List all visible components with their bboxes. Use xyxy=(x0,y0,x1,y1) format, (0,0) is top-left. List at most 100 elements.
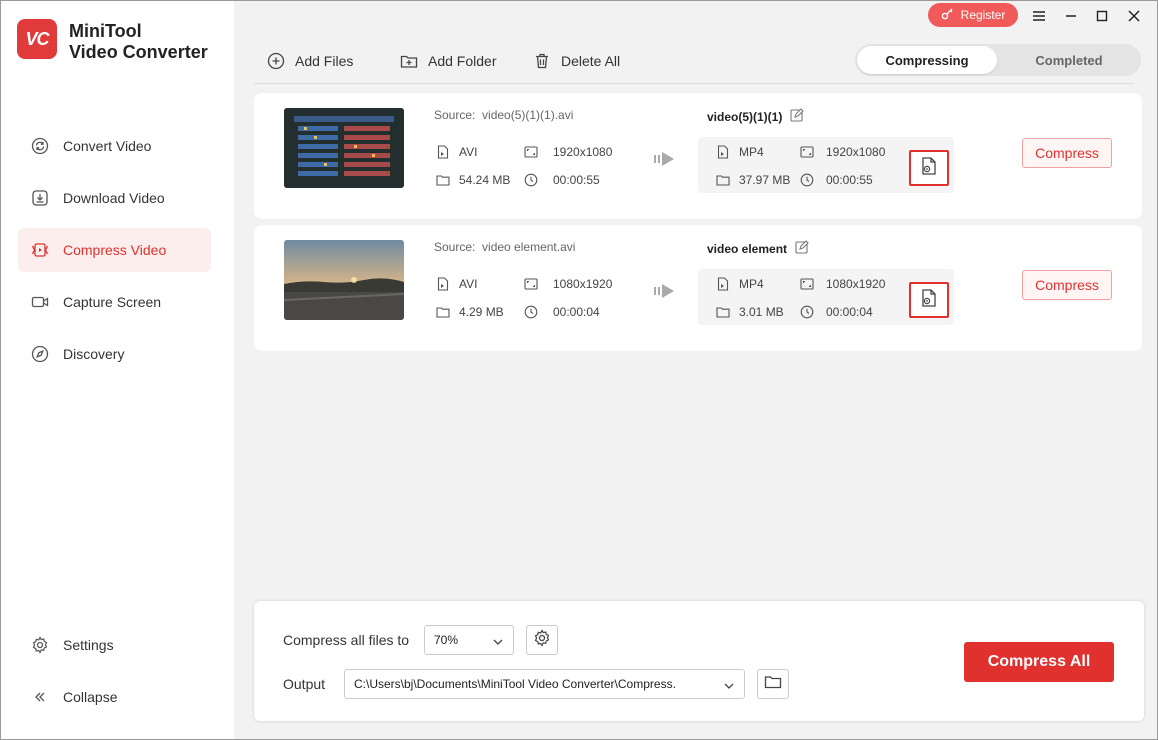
source-label: Source: xyxy=(434,240,476,254)
ratio-settings-button[interactable] xyxy=(526,625,558,655)
output-format-value: MP4 xyxy=(739,277,764,291)
app-title: MiniTool Video Converter xyxy=(69,21,208,63)
arrow-right-icon xyxy=(654,150,676,173)
folder-icon xyxy=(716,305,730,319)
output-path-value: C:\Users\bj\Documents\MiniTool Video Con… xyxy=(354,677,676,691)
minimize-icon[interactable] xyxy=(1060,5,1082,27)
output-duration-value: 00:00:04 xyxy=(826,305,873,319)
app-title-line1: MiniTool xyxy=(69,21,142,41)
output-resolution-value: 1080x1920 xyxy=(826,277,886,291)
app-title-line2: Video Converter xyxy=(69,42,208,62)
browse-folder-button[interactable] xyxy=(757,669,789,699)
settings-button[interactable]: Settings xyxy=(18,623,211,667)
tab-completed[interactable]: Completed xyxy=(999,46,1139,74)
clock-icon xyxy=(524,173,538,187)
compress-button[interactable]: Compress xyxy=(1022,138,1112,168)
file-card: Source: video element.avi AVI 1080x1920 … xyxy=(254,225,1142,351)
collapse-label: Collapse xyxy=(63,689,118,705)
sidebar: VC MiniTool Video Converter Convert Vide… xyxy=(1,1,234,739)
source-filename: video element.avi xyxy=(482,240,576,254)
register-button[interactable]: Register xyxy=(928,3,1018,27)
output-format-value: MP4 xyxy=(739,145,764,159)
source-size: 54.24 MB xyxy=(436,173,510,187)
source-info: Source: video element.avi xyxy=(434,240,575,254)
compression-settings-button[interactable] xyxy=(909,282,949,318)
source-resolution-value: 1080x1920 xyxy=(553,277,613,291)
source-format: AVI xyxy=(436,145,477,159)
compass-icon xyxy=(31,345,49,363)
sidebar-item-capture-screen[interactable]: Capture Screen xyxy=(18,280,211,324)
folder-icon xyxy=(436,173,450,187)
compress-ratio-value: 70% xyxy=(434,633,459,647)
gear-icon xyxy=(533,628,551,652)
bottom-panel: Compress all files to 70% Output C:\User… xyxy=(254,601,1144,721)
resolution-icon xyxy=(800,145,814,159)
file-format-icon xyxy=(436,277,450,291)
clock-icon xyxy=(800,173,814,187)
file-settings-icon xyxy=(919,288,939,313)
add-folder-button[interactable]: Add Folder xyxy=(400,50,496,72)
add-folder-icon xyxy=(400,52,418,70)
source-filename: video(5)(1)(1).avi xyxy=(482,108,574,122)
chevron-down-icon xyxy=(493,635,503,649)
compress-ratio-dropdown[interactable]: 70% xyxy=(424,625,514,655)
file-format-icon xyxy=(716,145,730,159)
resolution-icon xyxy=(524,277,538,291)
collapse-button[interactable]: Collapse xyxy=(18,675,211,719)
compress-all-button[interactable]: Compress All xyxy=(964,642,1114,682)
compress-button[interactable]: Compress xyxy=(1022,270,1112,300)
double-chevron-left-icon xyxy=(31,688,49,706)
source-info: Source: video(5)(1)(1).avi xyxy=(434,108,573,122)
folder-icon xyxy=(716,173,730,187)
folder-icon xyxy=(436,305,450,319)
file-settings-icon xyxy=(919,156,939,181)
menu-icon[interactable] xyxy=(1028,5,1050,27)
output-filename: video(5)(1)(1) xyxy=(707,109,783,124)
source-duration: 00:00:04 xyxy=(524,305,600,319)
logo-text: VC xyxy=(25,28,49,49)
sidebar-item-compress-video[interactable]: Compress Video xyxy=(18,228,211,272)
output-format: MP4 xyxy=(716,145,764,159)
chevron-down-icon xyxy=(724,679,734,693)
source-resolution: 1080x1920 xyxy=(524,277,612,291)
sidebar-item-label: Download Video xyxy=(63,190,165,206)
app-logo: VC xyxy=(17,19,57,59)
sidebar-item-discovery[interactable]: Discovery xyxy=(18,332,211,376)
output-duration: 00:00:55 xyxy=(800,173,873,187)
maximize-icon[interactable] xyxy=(1091,5,1113,27)
output-resolution-value: 1920x1080 xyxy=(826,145,886,159)
edit-icon[interactable] xyxy=(795,240,809,257)
compress-all-label: Compress all files to xyxy=(283,632,410,648)
compression-settings-button[interactable] xyxy=(909,150,949,186)
close-icon[interactable] xyxy=(1123,5,1145,27)
resolution-icon xyxy=(524,145,538,159)
source-duration: 00:00:55 xyxy=(524,173,600,187)
source-label: Source: xyxy=(434,108,476,122)
sidebar-item-label: Capture Screen xyxy=(63,294,162,310)
edit-icon[interactable] xyxy=(790,108,805,125)
output-resolution: 1920x1080 xyxy=(800,145,885,159)
camera-icon xyxy=(31,293,49,311)
output-label: Output xyxy=(283,676,326,692)
register-label: Register xyxy=(960,8,1006,22)
source-format-value: AVI xyxy=(459,277,478,291)
status-tabs: Compressing Completed xyxy=(855,44,1141,76)
compress-icon xyxy=(31,241,49,259)
trash-icon xyxy=(533,52,551,70)
output-path-dropdown[interactable]: C:\Users\bj\Documents\MiniTool Video Con… xyxy=(344,669,745,699)
convert-icon xyxy=(31,137,49,155)
source-format-value: AVI xyxy=(459,145,478,159)
output-duration-value: 00:00:55 xyxy=(826,173,873,187)
delete-all-button[interactable]: Delete All xyxy=(533,50,620,72)
video-thumbnail xyxy=(284,240,404,320)
arrow-right-icon xyxy=(654,282,676,305)
sidebar-item-convert-video[interactable]: Convert Video xyxy=(18,124,211,168)
folder-open-icon xyxy=(764,674,782,695)
source-format: AVI xyxy=(436,277,477,291)
resolution-icon xyxy=(800,277,814,291)
tab-compressing[interactable]: Compressing xyxy=(857,46,997,74)
add-files-button[interactable]: Add Files xyxy=(267,50,353,72)
file-format-icon xyxy=(716,277,730,291)
source-resolution: 1920x1080 xyxy=(524,145,612,159)
sidebar-item-download-video[interactable]: Download Video xyxy=(18,176,211,220)
